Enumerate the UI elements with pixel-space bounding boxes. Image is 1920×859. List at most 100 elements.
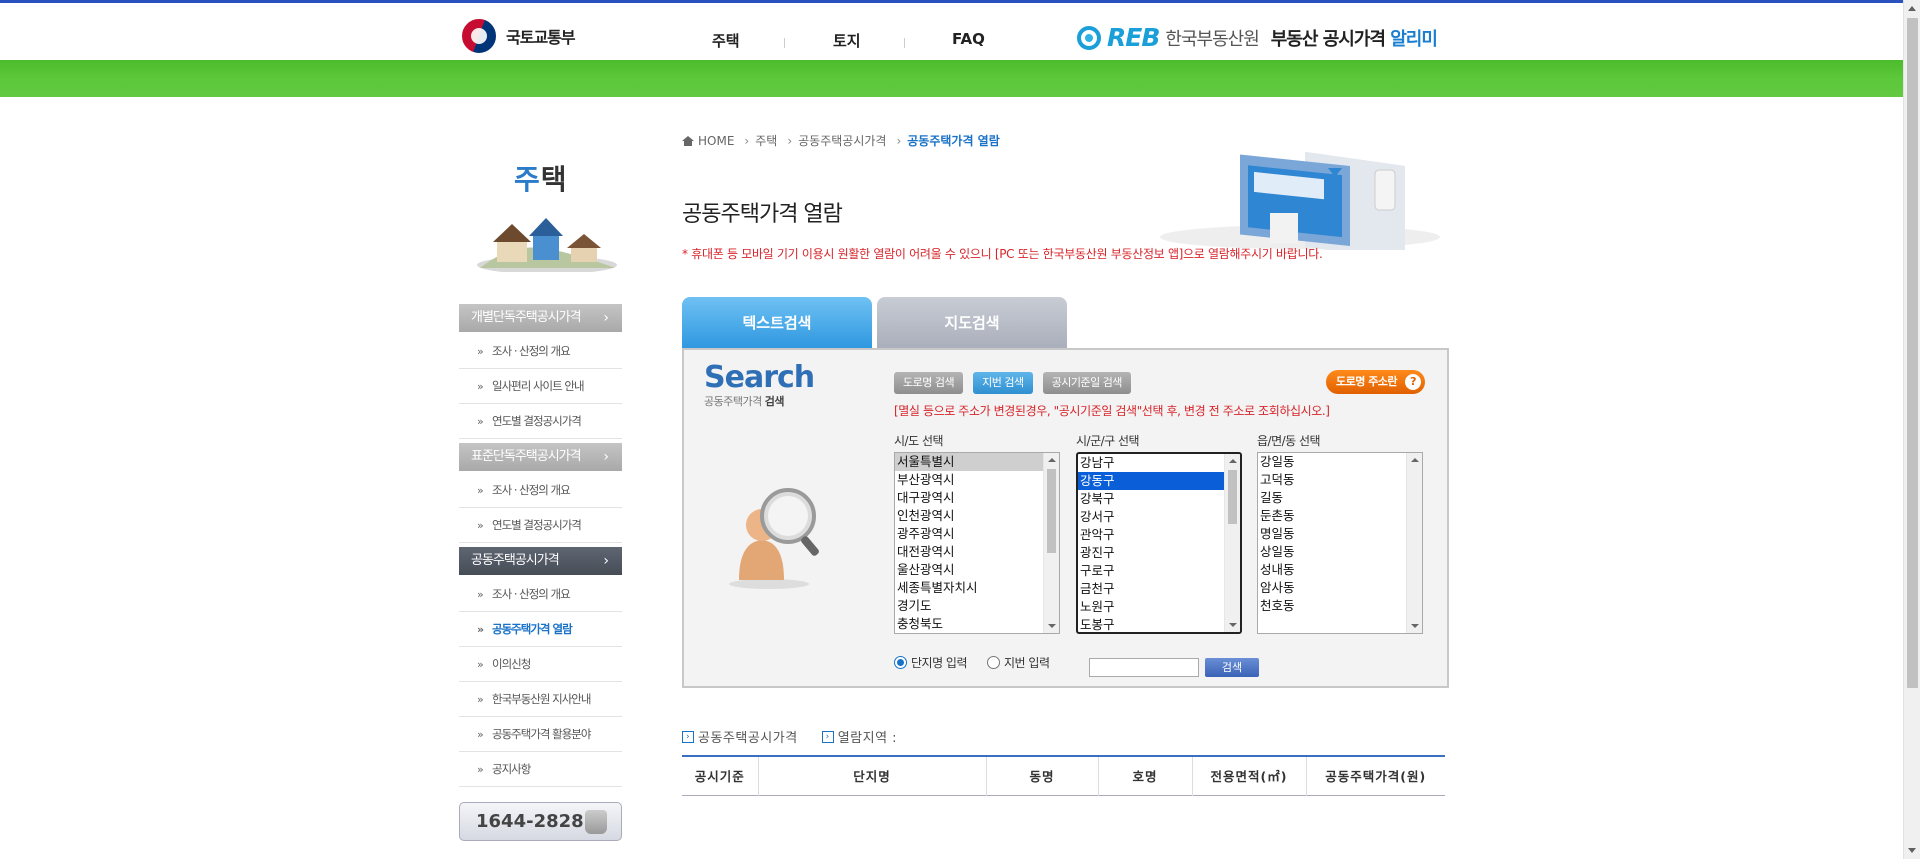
lot-number-radio-label[interactable]: 지번 입력: [1004, 654, 1050, 671]
sido-option[interactable]: 세종특별자치시: [895, 579, 1043, 597]
breadcrumb-separator: ›: [896, 133, 902, 148]
dong-option[interactable]: 암사동: [1258, 579, 1406, 597]
listbox-scroll-thumb[interactable]: [1228, 470, 1237, 524]
sidebar-category-standard-house[interactable]: 표준단독주택공시가격 ›: [459, 443, 622, 471]
column-header-building: 동명: [985, 756, 1098, 795]
sigungu-option[interactable]: 강북구: [1078, 490, 1226, 508]
sidebar-item-survey-overview[interactable]: 조사 · 산정의 개요: [459, 334, 622, 369]
column-header-price: 공동주택가격(원): [1305, 756, 1445, 795]
sido-option[interactable]: 대전광역시: [895, 543, 1043, 561]
houses-illustration: [477, 218, 617, 272]
result-table: 공시기준 단지명 동명 호명 전용면적(㎡) 공동주택가격(원): [682, 755, 1445, 796]
sido-option[interactable]: 서울특별시: [895, 453, 1043, 471]
search-submit-button[interactable]: 검색: [1205, 658, 1259, 677]
column-header-area: 전용면적(㎡): [1191, 756, 1306, 795]
sido-option[interactable]: 대구광역시: [895, 489, 1043, 507]
scroll-up-arrow-icon[interactable]: [1908, 6, 1916, 11]
dong-option[interactable]: 고덕동: [1258, 471, 1406, 489]
sido-option[interactable]: 광주광역시: [895, 525, 1043, 543]
dong-option[interactable]: 천호동: [1258, 597, 1406, 615]
sidebar-item-survey-overview[interactable]: 조사 · 산정의 개요: [459, 473, 622, 508]
dong-option[interactable]: 강일동: [1258, 453, 1406, 471]
scroll-up-arrow-icon[interactable]: [1229, 459, 1237, 463]
road-name-search-button[interactable]: 도로명 검색: [894, 372, 964, 394]
reference-date-search-button[interactable]: 공시기준일 검색: [1042, 372, 1131, 394]
sigungu-listbox[interactable]: 강남구 강동구 강북구 강서구 관악구 광진구 구로구 금천구 노원구 도봉구: [1076, 452, 1242, 634]
sido-option[interactable]: 부산광역시: [895, 471, 1043, 489]
dong-listbox[interactable]: 강일동 고덕동 길동 둔촌동 명일동 상일동 성내동 암사동 천호동: [1257, 452, 1423, 634]
tab-text-search[interactable]: 텍스트검색: [682, 297, 872, 349]
reb-korean-name: 한국부동산원: [1165, 28, 1259, 50]
scroll-up-arrow-icon[interactable]: [1411, 458, 1419, 462]
lot-number-radio[interactable]: [987, 656, 1001, 669]
sido-listbox[interactable]: 서울특별시 부산광역시 대구광역시 인천광역시 광주광역시 대전광역시 울산광역시 세종특별자…: [894, 452, 1060, 634]
listbox-scroll-thumb[interactable]: [1047, 469, 1056, 553]
sidebar-category-apartment[interactable]: 공동주택공시가격 ›: [459, 547, 622, 575]
scroll-down-arrow-icon[interactable]: [1411, 624, 1419, 628]
sido-option[interactable]: 울산광역시: [895, 561, 1043, 579]
result-heading-price: › 공동주택공시가격: [682, 727, 798, 746]
page-scrollbar[interactable]: [1903, 0, 1920, 859]
sigungu-option[interactable]: 광진구: [1078, 544, 1226, 562]
listbox-scrollbar[interactable]: [1043, 453, 1059, 633]
nav-housing[interactable]: 주택: [712, 30, 740, 51]
dong-option[interactable]: 성내동: [1258, 561, 1406, 579]
complex-name-radio[interactable]: [894, 656, 907, 669]
dong-option[interactable]: 둔촌동: [1258, 507, 1406, 525]
breadcrumb-separator: ›: [787, 133, 793, 148]
sido-option[interactable]: 경기도: [895, 597, 1043, 615]
scroll-down-arrow-icon[interactable]: [1048, 624, 1056, 628]
sigungu-option[interactable]: 도봉구: [1078, 616, 1226, 632]
nav-land[interactable]: 토지: [833, 30, 861, 51]
complex-name-radio-label[interactable]: 단지명 입력: [911, 654, 968, 671]
nav-divider: [904, 38, 905, 48]
sidebar-item-apartment-price-view[interactable]: 공동주택가격 열람: [459, 612, 622, 647]
chevron-right-icon: ›: [603, 449, 609, 465]
sidebar-group-individual: 개별단독주택공시가격 › 조사 · 산정의 개요 일사편리 사이트 안내 연도별 …: [459, 304, 622, 439]
sidebar-item-yearly-price[interactable]: 연도별 결정공시가격: [459, 404, 622, 439]
breadcrumb-housing[interactable]: 주택: [755, 132, 777, 149]
sigungu-option[interactable]: 금천구: [1078, 580, 1226, 598]
sidebar-item-branch-info[interactable]: 한국부동산원 지사안내: [459, 682, 622, 717]
sigungu-option[interactable]: 강남구: [1078, 454, 1226, 472]
breadcrumb-apartment[interactable]: 공동주택공시가격: [798, 132, 886, 149]
listbox-scrollbar[interactable]: [1406, 453, 1422, 633]
ministry-logo[interactable]: 국토교통부: [460, 17, 576, 55]
sigungu-option[interactable]: 구로구: [1078, 562, 1226, 580]
service-title: 부동산 공시가격 알리미: [1271, 25, 1438, 51]
dong-option[interactable]: 명일동: [1258, 525, 1406, 543]
reb-logo[interactable]: REB 한국부동산원 부동산 공시가격 알리미: [1077, 23, 1438, 52]
sigungu-option[interactable]: 강서구: [1078, 508, 1226, 526]
input-type-radios: 단지명 입력 지번 입력: [894, 654, 1050, 671]
tab-map-search[interactable]: 지도검색: [877, 297, 1067, 349]
breadcrumb-home[interactable]: HOME: [698, 134, 734, 148]
search-logo-subtitle-bold: 검색: [764, 395, 785, 408]
sigungu-option[interactable]: 강동구: [1078, 472, 1226, 490]
dong-option[interactable]: 상일동: [1258, 543, 1406, 561]
phone-banner[interactable]: 1644-2828: [459, 802, 622, 841]
road-address-button[interactable]: 도로명 주소란?: [1326, 370, 1426, 394]
sidebar-item-notice[interactable]: 공지사항: [459, 752, 622, 787]
listbox-scrollbar[interactable]: [1224, 454, 1240, 632]
sidebar-item-survey-overview[interactable]: 조사 · 산정의 개요: [459, 577, 622, 612]
sidebar-category-individual-house[interactable]: 개별단독주택공시가격 ›: [459, 304, 622, 332]
home-icon: [682, 135, 694, 146]
sidebar-item-usage[interactable]: 공동주택가격 활용분야: [459, 717, 622, 752]
sidebar-item-objection[interactable]: 이의신청: [459, 647, 622, 682]
scroll-thumb[interactable]: [1907, 18, 1918, 688]
sido-option[interactable]: 충청북도: [895, 615, 1043, 633]
nav-divider: [784, 38, 785, 48]
scroll-up-arrow-icon[interactable]: [1048, 458, 1056, 462]
telephone-icon: [585, 810, 607, 834]
sido-option[interactable]: 인천광역시: [895, 507, 1043, 525]
scroll-down-arrow-icon[interactable]: [1908, 848, 1916, 853]
lot-number-search-button[interactable]: 지번 검색: [973, 372, 1033, 394]
dong-option[interactable]: 길동: [1258, 489, 1406, 507]
search-keyword-input[interactable]: [1089, 658, 1199, 677]
sigungu-option[interactable]: 관악구: [1078, 526, 1226, 544]
nav-faq[interactable]: FAQ: [952, 30, 985, 48]
sigungu-option[interactable]: 노원구: [1078, 598, 1226, 616]
scroll-down-arrow-icon[interactable]: [1229, 623, 1237, 627]
sidebar-item-yearly-price[interactable]: 연도별 결정공시가격: [459, 508, 622, 543]
sidebar-item-ilsapyeonri[interactable]: 일사편리 사이트 안내: [459, 369, 622, 404]
